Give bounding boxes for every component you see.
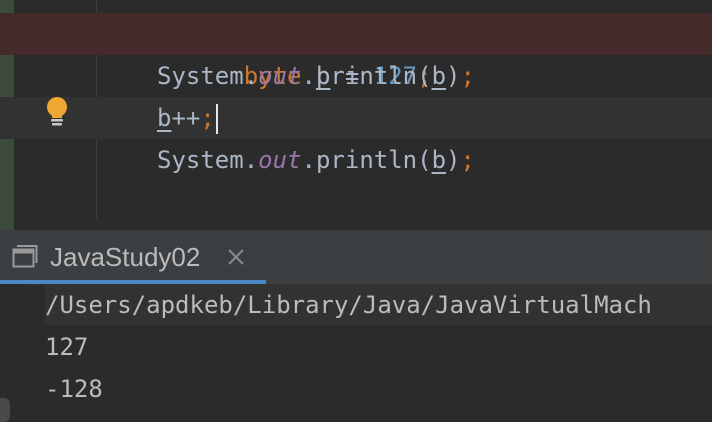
code-line-3[interactable]: b++; [0,97,712,139]
paren-token: ) [446,146,461,174]
paren-token: ) [446,62,461,90]
semicolon-token: ; [200,104,215,132]
run-tab-bar: JavaStudy02 [0,230,712,285]
semicolon-token: ; [460,146,475,174]
code-line-2[interactable]: System.out.println(b); [0,55,712,97]
console-output-line: -128 [45,375,103,403]
field-token[interactable]: out [258,62,301,90]
active-tab-indicator [0,280,266,284]
lightbulb-icon[interactable] [44,96,70,128]
code-line-4[interactable]: System.out.println(b); [0,139,712,181]
semicolon-token: ; [460,62,475,90]
text-caret [215,104,218,134]
code-line-1[interactable]: byte b = 127; [0,13,712,90]
console-icon [12,245,38,268]
field-token[interactable]: out [258,146,301,174]
variable-token[interactable]: b [157,104,171,132]
run-tool-window: JavaStudy02 /Users/apdkeb/Library/Java/J… [0,230,712,422]
tab-label: JavaStudy02 [50,242,201,272]
panel-resize-handle[interactable] [0,398,10,422]
method-token[interactable]: .println( [302,146,432,174]
close-icon[interactable] [226,247,246,267]
console-output-line: /Users/apdkeb/Library/Java/JavaVirtualMa… [45,285,712,325]
code-editor[interactable]: byte b = 127; System.out.println(b); b++… [0,0,712,230]
class-token: System. [157,146,259,174]
variable-token[interactable]: b [432,146,446,174]
operator-token: ++ [171,104,201,132]
tab-javastudy02[interactable]: JavaStudy02 [0,230,266,284]
class-token: System. [157,62,259,90]
method-token[interactable]: .println( [302,62,432,90]
console-output-line: 127 [45,333,89,361]
variable-token[interactable]: b [432,62,446,90]
